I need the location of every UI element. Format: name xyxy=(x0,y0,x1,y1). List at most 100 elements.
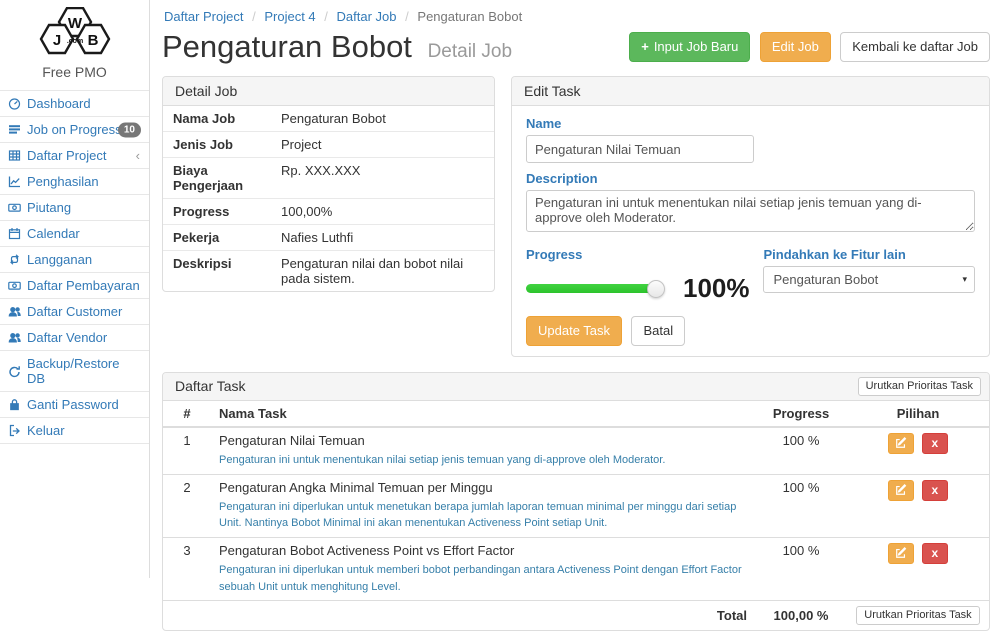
sidebar-item-label: Ganti Password xyxy=(27,397,119,412)
edit-task-button[interactable] xyxy=(888,543,914,564)
breadcrumb-separator: / xyxy=(324,9,328,24)
breadcrumb-link-daftar-job[interactable]: Daftar Job xyxy=(337,9,397,24)
edit-task-button[interactable] xyxy=(888,433,914,454)
edit-job-button[interactable]: Edit Job xyxy=(760,32,831,62)
total-value: 100,00 % xyxy=(755,601,847,631)
sidebar-item-daftar-customer[interactable]: Daftar Customer xyxy=(0,299,149,325)
batal-button[interactable]: Batal xyxy=(631,316,685,346)
page-subtitle: Detail Job xyxy=(428,41,513,62)
detail-row: Progress 100,00% xyxy=(163,199,494,225)
page-title: Pengaturan Bobot Detail Job xyxy=(162,29,512,65)
move-to-feature-select[interactable]: Pengaturan Bobot ▾ xyxy=(763,266,975,293)
description-label: Description xyxy=(526,171,975,186)
task-progress: 100 % xyxy=(755,537,847,600)
header-actions: + Input Job Baru Edit Job Kembali ke daf… xyxy=(629,32,990,62)
sidebar-item-label: Daftar Customer xyxy=(27,304,122,319)
column-header-nama-task: Nama Task xyxy=(211,401,755,427)
sidebar-item-label: Langganan xyxy=(27,252,92,267)
column-header-progress: Progress xyxy=(755,401,847,427)
daftar-task-panel-title: Daftar Task xyxy=(175,378,246,394)
detail-row: Jenis Job Project xyxy=(163,132,494,158)
sidebar-item-backup-restore[interactable]: Backup/Restore DB xyxy=(0,351,149,392)
delete-task-button[interactable]: x xyxy=(922,480,948,501)
task-row: 2 Pengaturan Angka Minimal Temuan per Mi… xyxy=(163,474,989,537)
sidebar-item-penghasilan[interactable]: Penghasilan xyxy=(0,169,149,195)
daftar-task-panel: Daftar Task Urutkan Prioritas Task # Nam… xyxy=(162,372,990,631)
task-description: Pengaturan ini diperlukan untuk memberi … xyxy=(219,562,747,595)
task-name: Pengaturan Nilai Temuan xyxy=(219,433,747,449)
pencil-icon xyxy=(895,437,907,449)
detail-row: Deskripsi Pengaturan nilai dan bobot nil… xyxy=(163,251,494,291)
sidebar-item-ganti-password[interactable]: Ganti Password xyxy=(0,392,149,418)
task-name: Pengaturan Bobot Activeness Point vs Eff… xyxy=(219,543,747,559)
sidebar: W J B .com Free PMO Dashboard Job on Pro… xyxy=(0,0,150,578)
task-name-input[interactable] xyxy=(526,135,754,163)
sidebar-item-label: Dashboard xyxy=(27,96,91,111)
urutkan-prioritas-task-button-top[interactable]: Urutkan Prioritas Task xyxy=(858,377,981,396)
task-description: Pengaturan ini untuk menentukan nilai se… xyxy=(219,452,747,469)
select-value: Pengaturan Bobot xyxy=(773,272,878,287)
repeat-icon xyxy=(8,253,21,266)
edit-task-panel: Edit Task Name Description Pengaturan in… xyxy=(511,76,990,357)
kembali-ke-daftar-job-button[interactable]: Kembali ke daftar Job xyxy=(840,32,990,62)
breadcrumb-separator: / xyxy=(252,9,256,24)
task-description: Pengaturan ini diperlukan untuk menetuka… xyxy=(219,499,747,532)
progress-slider-track[interactable] xyxy=(526,284,656,293)
delete-task-button[interactable]: x xyxy=(922,543,948,564)
task-row: 1 Pengaturan Nilai Temuan Pengaturan ini… xyxy=(163,427,989,474)
task-table-header-row: # Nama Task Progress Pilihan xyxy=(163,401,989,427)
svg-text:.com: .com xyxy=(66,38,82,45)
dashboard-icon xyxy=(8,97,21,110)
breadcrumb-current: Pengaturan Bobot xyxy=(417,9,522,24)
sidebar-item-piutang[interactable]: Piutang xyxy=(0,195,149,221)
detail-job-panel-title: Detail Job xyxy=(163,77,494,106)
task-table-footer-row: Total 100,00 % Urutkan Prioritas Task xyxy=(163,601,989,631)
plus-icon: + xyxy=(641,39,649,55)
sidebar-item-dashboard[interactable]: Dashboard xyxy=(0,91,149,117)
sidebar-item-label: Daftar Pembayaran xyxy=(27,278,140,293)
sidebar-item-label: Keluar xyxy=(27,423,65,438)
x-icon: x xyxy=(931,437,938,449)
task-progress: 100 % xyxy=(755,474,847,537)
sidebar-item-label: Piutang xyxy=(27,200,71,215)
pencil-icon xyxy=(895,547,907,559)
chart-line-icon xyxy=(8,175,21,188)
x-icon: x xyxy=(931,484,938,496)
sidebar-item-daftar-project[interactable]: Daftar Project ‹ xyxy=(0,143,149,169)
calendar-icon xyxy=(8,227,21,240)
detail-row: Nama Job Pengaturan Bobot xyxy=(163,106,494,132)
svg-text:W: W xyxy=(67,15,82,32)
urutkan-prioritas-task-button-bottom[interactable]: Urutkan Prioritas Task xyxy=(856,606,979,625)
task-number: 1 xyxy=(163,427,211,474)
detail-job-panel: Detail Job Nama Job Pengaturan Bobot Jen… xyxy=(162,76,495,292)
svg-text:B: B xyxy=(87,32,98,49)
jwb-logo-icon: W J B .com xyxy=(37,7,113,56)
detail-row: Pekerja Nafies Luthfi xyxy=(163,225,494,251)
sidebar-item-label: Calendar xyxy=(27,226,80,241)
task-table: # Nama Task Progress Pilihan 1 Pengatura… xyxy=(163,401,989,630)
task-description-textarea[interactable]: Pengaturan ini untuk menentukan nilai se… xyxy=(526,190,975,232)
sidebar-item-daftar-vendor[interactable]: Daftar Vendor xyxy=(0,325,149,351)
input-job-baru-button[interactable]: + Input Job Baru xyxy=(629,32,750,62)
update-task-button[interactable]: Update Task xyxy=(526,316,622,346)
edit-task-button[interactable] xyxy=(888,480,914,501)
delete-task-button[interactable]: x xyxy=(922,433,948,454)
progress-slider-handle[interactable] xyxy=(647,280,665,298)
sidebar-item-job-on-progress[interactable]: Job on Progress 10 xyxy=(0,117,149,143)
column-header-number: # xyxy=(163,401,211,427)
users-icon xyxy=(8,331,21,344)
progress-percent-value: 100% xyxy=(683,273,750,304)
sidebar-item-daftar-pembayaran[interactable]: Daftar Pembayaran xyxy=(0,273,149,299)
sidebar-item-keluar[interactable]: Keluar xyxy=(0,418,149,444)
breadcrumb-link-daftar-project[interactable]: Daftar Project xyxy=(164,9,243,24)
breadcrumb: Daftar Project / Project 4 / Daftar Job … xyxy=(162,0,990,26)
sidebar-item-calendar[interactable]: Calendar xyxy=(0,221,149,247)
sidebar-item-label: Backup/Restore DB xyxy=(27,356,141,386)
app-logo: W J B .com xyxy=(0,0,149,61)
breadcrumb-separator: / xyxy=(405,9,409,24)
users-icon xyxy=(8,305,21,318)
table-icon xyxy=(8,149,21,162)
breadcrumb-link-project-4[interactable]: Project 4 xyxy=(264,9,315,24)
main-content: Daftar Project / Project 4 / Daftar Job … xyxy=(150,0,1000,631)
sidebar-item-langganan[interactable]: Langganan xyxy=(0,247,149,273)
